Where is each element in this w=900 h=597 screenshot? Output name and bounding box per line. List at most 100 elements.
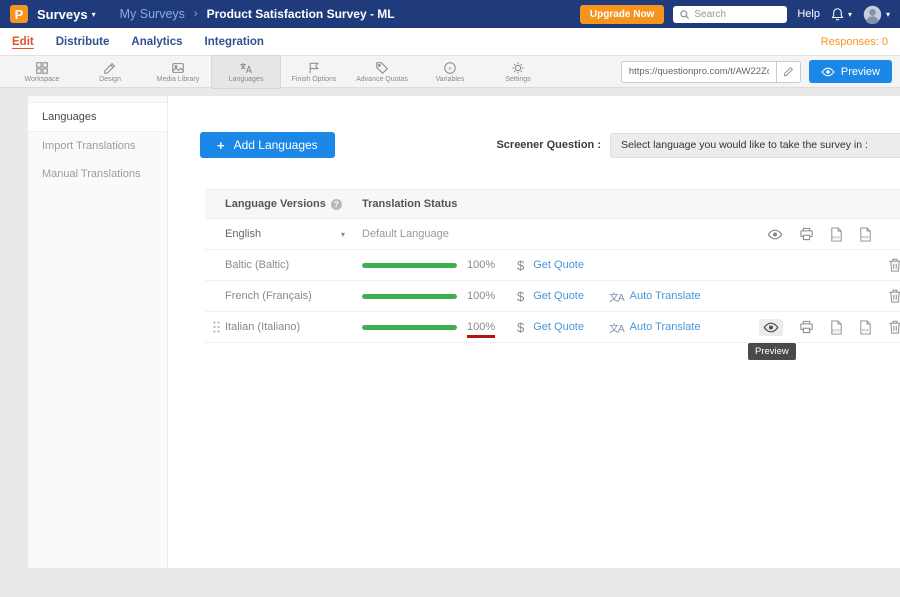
surveys-menu-label: Surveys — [37, 7, 88, 22]
sidebar-item-manual-translations[interactable]: Manual Translations — [28, 160, 167, 188]
toolbar-item-variables[interactable]: x Variables — [416, 56, 484, 88]
download-pdf-button[interactable]: PDF — [859, 320, 872, 335]
questionpro-logo[interactable]: P — [10, 5, 28, 23]
sidebar-item-languages[interactable]: Languages — [28, 102, 167, 132]
preview-button[interactable]: Preview — [809, 60, 892, 83]
toolbar-item-settings[interactable]: Settings — [484, 56, 552, 88]
table-header-row: Language Versions ? Translation Status — [205, 189, 900, 219]
toolbar-item-finish-options[interactable]: Finish Options — [280, 56, 348, 88]
notifications-menu[interactable]: ▾ — [831, 7, 852, 21]
row-actions: DOC PDF — [767, 227, 872, 242]
add-languages-button[interactable]: + Add Languages — [200, 132, 335, 158]
dollar-icon: $ — [517, 289, 524, 304]
toolbar-item-workspace[interactable]: Workspace — [8, 56, 76, 88]
surveys-menu[interactable]: Surveys ▾ — [37, 7, 96, 22]
toolbar-item-label: Workspace — [25, 76, 60, 83]
language-name: Italian (Italiano) — [225, 321, 362, 333]
sidebar-item-import-translations[interactable]: Import Translations — [28, 132, 167, 160]
get-quote-cell: $ Get Quote — [517, 320, 609, 335]
search-box[interactable] — [673, 6, 787, 23]
tab-edit[interactable]: Edit — [12, 36, 34, 48]
auto-translate-cell: 文A Auto Translate — [609, 320, 759, 335]
delete-language-button[interactable] — [888, 288, 900, 304]
tab-distribute[interactable]: Distribute — [56, 36, 110, 48]
download-pdf-button[interactable]: PDF — [859, 227, 872, 242]
table-row-english: English ▾ Default Language — [205, 219, 900, 250]
auto-translate-link[interactable]: Auto Translate — [630, 321, 701, 333]
plus-icon: + — [217, 138, 225, 153]
svg-text:DOC: DOC — [832, 235, 841, 239]
translate-icon: 文A — [609, 289, 624, 304]
languages-table: Language Versions ? Translation Status E… — [205, 189, 900, 343]
survey-url-input[interactable] — [622, 66, 776, 77]
translation-progress-pct: 100% — [467, 259, 501, 271]
doc-file-icon: DOC — [830, 227, 843, 242]
progress-fill — [362, 325, 457, 330]
panel-header: + Add Languages Screener Question : Sele… — [168, 96, 900, 158]
variables-icon: x — [443, 61, 457, 75]
toolbar-item-label: Advance Quotas — [356, 76, 408, 83]
toolbar-item-languages[interactable]: Languages — [212, 56, 280, 88]
pdf-file-icon: PDF — [859, 227, 872, 242]
language-name: English — [225, 228, 261, 240]
print-language-button[interactable] — [799, 320, 814, 334]
svg-text:DOC: DOC — [832, 328, 841, 332]
get-quote-cell: $ Get Quote — [517, 289, 609, 304]
responses-count[interactable]: Responses: 0 — [821, 36, 888, 48]
search-icon — [679, 9, 690, 20]
tab-integration[interactable]: Integration — [205, 36, 264, 48]
upgrade-now-button[interactable]: Upgrade Now — [580, 5, 664, 24]
get-quote-link[interactable]: Get Quote — [533, 259, 584, 271]
breadcrumb-my-surveys[interactable]: My Surveys — [120, 7, 185, 21]
language-name: Baltic (Baltic) — [225, 259, 362, 271]
translation-progress-pct: 100% — [467, 321, 501, 333]
chevron-down-icon: ▾ — [341, 230, 345, 239]
toolbar-item-advance-quotas[interactable]: Advance Quotas — [348, 56, 416, 88]
get-quote-link[interactable]: Get Quote — [533, 290, 584, 302]
tab-analytics[interactable]: Analytics — [131, 36, 182, 48]
progress-fill — [362, 294, 457, 299]
get-quote-link[interactable]: Get Quote — [533, 321, 584, 333]
help-question-icon[interactable]: ? — [331, 199, 342, 210]
toolbar-item-media-library[interactable]: Media Library — [144, 56, 212, 88]
download-doc-button[interactable]: DOC — [830, 227, 843, 242]
row-actions: Preview DOC PDF — [759, 319, 900, 336]
dollar-icon: $ — [517, 258, 524, 273]
languages-sidebar: Languages Import Translations Manual Tra… — [28, 96, 168, 568]
screener-question-select[interactable]: Select language you would like to take t… — [610, 133, 900, 158]
toolbar-item-label: Languages — [229, 76, 264, 83]
pencil-icon — [783, 66, 794, 77]
get-quote-cell: $ Get Quote — [517, 258, 609, 273]
drag-handle[interactable] — [212, 320, 221, 334]
download-doc-button[interactable]: DOC — [830, 320, 843, 335]
chevron-down-icon: ▾ — [848, 10, 852, 19]
header-language-versions: Language Versions — [225, 198, 326, 210]
print-language-button[interactable] — [799, 227, 814, 241]
auto-translate-link[interactable]: Auto Translate — [630, 290, 701, 302]
top-navbar: P Surveys ▾ My Surveys › Product Satisfa… — [0, 0, 900, 28]
delete-language-button[interactable] — [888, 257, 900, 273]
translation-progress-pct: 100% — [467, 290, 501, 302]
default-language-label: Default Language — [362, 228, 449, 240]
languages-panel: + Add Languages Screener Question : Sele… — [168, 96, 900, 568]
doc-file-icon: DOC — [830, 320, 843, 335]
default-language-dropdown[interactable]: English ▾ — [225, 228, 345, 240]
toolbar-item-design[interactable]: Design — [76, 56, 144, 88]
languages-page: Languages Import Translations Manual Tra… — [28, 96, 872, 568]
toolbar-item-label: Design — [99, 76, 121, 83]
dollar-icon: $ — [517, 320, 524, 335]
help-link[interactable]: Help — [797, 8, 820, 20]
translation-progress-bar — [362, 325, 457, 330]
preview-language-button[interactable] — [767, 229, 783, 240]
edit-url-button[interactable] — [776, 61, 800, 83]
search-input[interactable] — [694, 9, 781, 20]
auto-translate-cell: 文A Auto Translate — [609, 289, 759, 304]
account-menu[interactable]: ▾ — [863, 5, 890, 24]
eye-icon — [767, 229, 783, 240]
preview-language-button[interactable]: Preview — [759, 319, 783, 336]
printer-icon — [799, 320, 814, 334]
translation-progress-bar — [362, 263, 457, 268]
delete-language-button[interactable] — [888, 319, 900, 335]
toolbar-item-label: Finish Options — [292, 76, 337, 83]
chevron-down-icon: ▾ — [92, 10, 96, 19]
